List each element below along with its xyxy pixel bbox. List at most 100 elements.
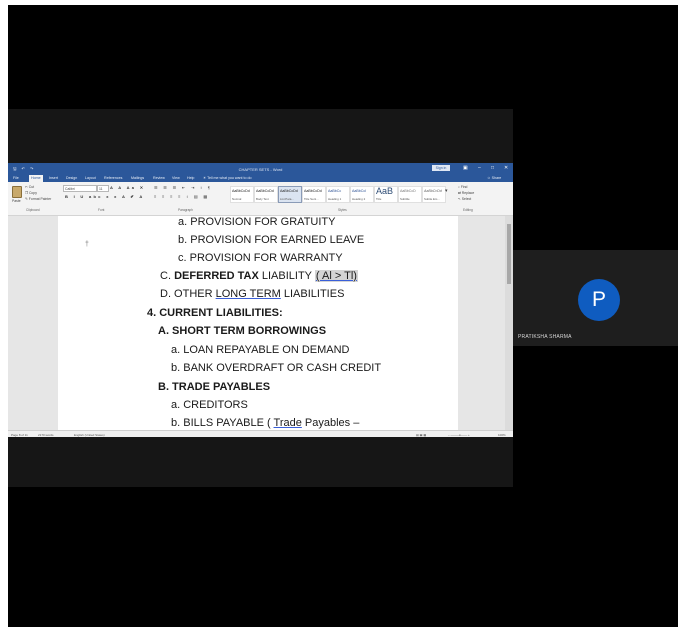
meeting-frame: 🖫 ↶ ↷ CHAPTER SETS - Word Sign in ▣ – □ … [8, 5, 678, 627]
underlined-text: LONG TERM [215, 288, 281, 300]
avatar: P [578, 279, 620, 321]
paste-icon[interactable] [12, 186, 22, 198]
font-size-value: 11 [99, 186, 103, 191]
style-name: List Para... [280, 197, 294, 201]
style-sample: AaBbCc [328, 189, 342, 193]
participant-tile[interactable]: P PRATIKSHA SHARMA [513, 250, 678, 346]
copy-label: Copy [28, 191, 37, 195]
tab-home[interactable]: Home [29, 175, 43, 182]
style-sample: AaB [376, 186, 394, 196]
select-button[interactable]: ↖ Select [458, 197, 471, 201]
style-name: Heading 2 [352, 197, 366, 201]
find-button[interactable]: ⌕ Find [458, 185, 467, 189]
style-title-sentence[interactable]: AaBbCcDd Title Sent... [302, 186, 326, 203]
scrollbar-thumb[interactable] [507, 224, 511, 284]
line-prefix: C. [160, 270, 175, 282]
styles-group-label: Styles [338, 208, 347, 212]
copy-button[interactable]: ❐ Copy [25, 191, 37, 195]
style-subtitle[interactable]: AaBbCcD Subtitle [398, 186, 422, 203]
ribbon-tabs: File Home Insert Design Layout Reference… [8, 174, 513, 182]
style-list-paragraph[interactable]: AaBbCcDd List Para... [278, 186, 302, 203]
style-body-text[interactable]: AaBbCcDd Body Text [254, 186, 278, 203]
doc-line: b. BILLS PAYABLE ( Trade Payables – [171, 417, 359, 429]
tab-help[interactable]: Help [187, 176, 194, 180]
doc-heading: 4. CURRENT LIABILITIES: [147, 307, 283, 319]
cut-button[interactable]: ✂ Cut [25, 185, 34, 189]
replace-button[interactable]: ⇄ Replace [458, 191, 474, 195]
home-ribbon: Paste ✂ Cut ❐ Copy ✎ Format Painter Clip… [8, 182, 513, 216]
tell-me-text: Tell me what you want to do [207, 176, 252, 180]
clipboard-group-label: Clipboard [26, 208, 40, 212]
word-count[interactable]: 2170 words [38, 433, 54, 437]
underlined-text: Trade [273, 417, 302, 429]
zoom-level[interactable]: 100% [498, 433, 506, 437]
cut-label: Cut [28, 185, 35, 189]
style-normal[interactable]: AaBbCcDd Normal [230, 186, 254, 203]
style-heading-2[interactable]: AaBbCcI Heading 2 [350, 186, 374, 203]
doc-line: a. CREDITORS [171, 399, 248, 411]
style-name: Body Text [256, 197, 269, 201]
close-icon[interactable]: ✕ [504, 165, 508, 171]
tab-review[interactable]: Review [153, 176, 165, 180]
style-title[interactable]: AaB Title [374, 186, 398, 203]
tab-mailings[interactable]: Mailings [131, 176, 144, 180]
style-name: Title [376, 197, 382, 201]
font-format-buttons[interactable]: B I U abc x x A ✐ A [65, 194, 145, 199]
tab-view[interactable]: View [172, 176, 180, 180]
tab-file[interactable]: File [13, 176, 19, 180]
style-heading-1[interactable]: AaBbCc Heading 1 [326, 186, 350, 203]
tab-layout[interactable]: Layout [85, 176, 96, 180]
word-status-bar: Page 8 of 11 2170 words English (United … [8, 430, 513, 437]
word-title-bar: 🖫 ↶ ↷ CHAPTER SETS - Word Sign in ▣ – □ … [8, 163, 513, 174]
tell-me-search[interactable]: ☀ Tell me what you want to do [203, 176, 252, 180]
sign-in-button[interactable]: Sign in [432, 165, 450, 171]
shared-word-window: 🖫 ↶ ↷ CHAPTER SETS - Word Sign in ▣ – □ … [8, 163, 513, 437]
share-label: Share [491, 176, 502, 180]
vertical-scrollbar[interactable] [505, 216, 513, 430]
format-painter-button[interactable]: ✎ Format Painter [25, 197, 51, 201]
style-sample: AaBbCcI [352, 189, 367, 193]
line-rest: LIABILITIES [280, 288, 345, 300]
style-sample: AaBbCcDd [424, 189, 442, 193]
page-count[interactable]: Page 8 of 11 [11, 433, 28, 437]
view-mode-icons[interactable]: ▤ ▣ ▦ [416, 433, 426, 437]
list-buttons[interactable]: ☰ ☰ ☰ ⇤ ⇥ ↕ ¶ [154, 185, 212, 190]
document-workspace: † a. PROVISION FOR GRATUITY b. PROVISION… [8, 216, 513, 430]
bold-text: DEFERRED TAX [174, 270, 259, 282]
tab-design[interactable]: Design [66, 176, 77, 180]
find-label: Find [460, 185, 468, 189]
ribbon-display-icon[interactable]: ▣ [463, 165, 468, 171]
highlighted-text: ( Al > Tl) [314, 270, 358, 282]
style-sample: AaBbCcDd [280, 189, 298, 193]
style-name: Title Sent... [304, 197, 319, 201]
minimize-icon[interactable]: – [478, 165, 481, 171]
line-prefix: D. OTHER [160, 288, 216, 300]
doc-line: b. PROVISION FOR EARNED LEAVE [178, 234, 365, 246]
style-sample: AaBbCcDd [256, 189, 274, 193]
doc-line: a. PROVISION FOR GRATUITY [178, 216, 336, 228]
align-buttons[interactable]: ≡ ≡ ≡ ≡ ↕ ▤ ▦ [154, 194, 209, 199]
font-size-box[interactable]: 11 [97, 185, 109, 192]
font-size-buttons[interactable]: A A Aa ✕ [110, 185, 145, 190]
doc-line: b. BANK OVERDRAFT OR CASH CREDIT [171, 362, 382, 374]
format-painter-label: Format Painter [28, 197, 52, 201]
zoom-slider[interactable]: – ────●─── + [448, 433, 470, 437]
font-name-box[interactable]: Calibri [63, 185, 97, 192]
replace-label: Replace [461, 191, 475, 195]
doc-subheading: A. SHORT TERM BORROWINGS [158, 325, 327, 337]
maximize-icon[interactable]: □ [491, 165, 494, 171]
style-sample: AaBbCcDd [304, 189, 322, 193]
tab-references[interactable]: References [104, 176, 122, 180]
document-page[interactable]: † a. PROVISION FOR GRATUITY b. PROVISION… [58, 216, 458, 430]
share-button[interactable]: ☺ Share [487, 176, 501, 180]
editing-group-label: Editing [463, 208, 473, 212]
paste-button[interactable]: Paste [12, 199, 21, 203]
doc-line: a. LOAN REPAYABLE ON DEMAND [171, 344, 350, 356]
style-subtle-emphasis[interactable]: AaBbCcDd Subtle Em... [422, 186, 446, 203]
line-rest: Payables – [301, 417, 360, 429]
tab-insert[interactable]: Insert [49, 176, 58, 180]
styles-scroll-icon[interactable]: ▾ [445, 188, 448, 194]
doc-line: c. PROVISION FOR WARRANTY [178, 252, 343, 264]
participant-name: PRATIKSHA SHARMA [518, 334, 572, 340]
language-indicator[interactable]: English (United States) [74, 433, 105, 437]
